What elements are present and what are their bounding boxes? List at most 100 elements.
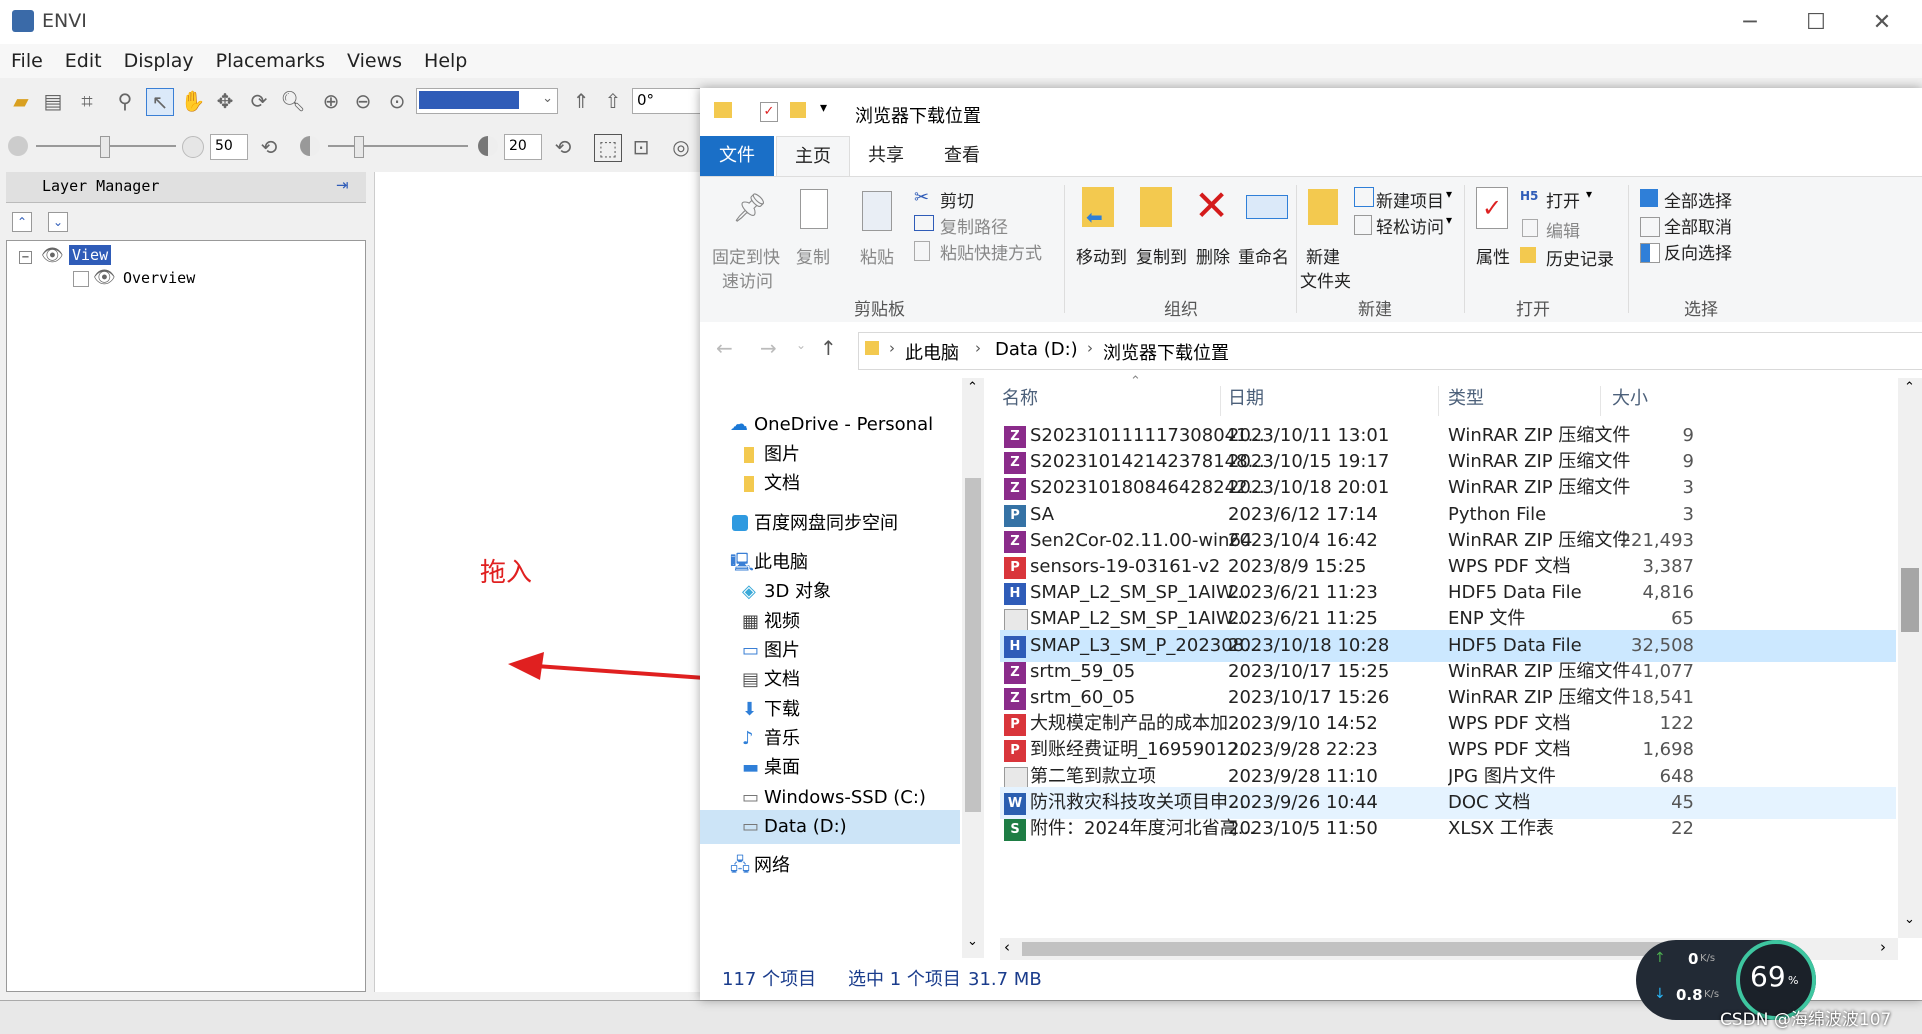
recent-dropdown-icon[interactable]: ⌄ (796, 338, 806, 352)
nav-scrollbar[interactable]: ⌃ ⌄ (962, 378, 984, 958)
center-view-icon[interactable]: ⊡ (628, 134, 654, 160)
overview-checkbox[interactable] (73, 271, 89, 287)
column-type[interactable]: 类型 (1448, 378, 1484, 420)
select-none-button[interactable]: 全部取消 (1664, 213, 1732, 238)
close-button[interactable]: ✕ (1854, 4, 1910, 42)
forward-arrow-icon[interactable]: → (760, 336, 777, 360)
new-folder-quick-icon[interactable] (790, 102, 806, 118)
open-button[interactable]: 打开 (1546, 187, 1580, 212)
tab-view[interactable]: 查看 (926, 136, 998, 176)
clipboard-icon[interactable]: ▤ (40, 88, 66, 114)
nav-item-documents[interactable]: ▤ 文档 (700, 663, 960, 697)
placemark-icon[interactable]: ⚲ (112, 88, 138, 114)
column-date[interactable]: 日期 (1228, 378, 1264, 420)
maximize-button[interactable]: ☐ (1788, 4, 1844, 42)
nav-item-onedrive[interactable]: ☁ OneDrive - Personal (700, 408, 960, 442)
breadcrumb-data-d[interactable]: Data (D:) (995, 339, 1078, 360)
rotation-input[interactable]: 0° (632, 88, 702, 114)
move-to-button[interactable]: 移动到 (1076, 243, 1127, 268)
brightness-input[interactable]: 50 (210, 134, 248, 160)
properties-button[interactable]: 属性 (1476, 243, 1510, 268)
nav-item-network[interactable]: 🖧 网络 (700, 849, 960, 883)
column-divider[interactable] (1438, 386, 1439, 416)
scroll-down-icon[interactable]: ⌄ (1904, 912, 1915, 927)
properties-quick-icon[interactable]: ✓ (760, 102, 778, 122)
envi-view-canvas[interactable] (374, 172, 705, 992)
easy-access-button[interactable]: 轻松访问 (1376, 213, 1444, 238)
scroll-right-icon[interactable]: › (1880, 938, 1886, 956)
menu-help[interactable]: Help (413, 44, 478, 78)
column-name[interactable]: 名称 (1002, 378, 1038, 420)
pin-quick-access-label-2[interactable]: 速访问 (722, 267, 773, 292)
tab-home[interactable]: 主页 (776, 136, 850, 177)
nav-item-3d[interactable]: ◈ 3D 对象 (700, 575, 960, 609)
menu-file[interactable]: File (0, 44, 54, 78)
scroll-down-icon[interactable]: ⌄ (967, 934, 978, 949)
invert-selection-button[interactable]: 反向选择 (1664, 239, 1732, 264)
minimize-button[interactable]: ─ (1722, 4, 1778, 42)
nav-scroll-thumb[interactable] (965, 478, 981, 812)
column-size[interactable]: 大小 (1612, 378, 1648, 420)
address-box[interactable]: › 此电脑 › Data (D:) › 浏览器下载位置 (858, 332, 1922, 370)
zoom-select[interactable]: Zoom To ⌄ (416, 88, 558, 114)
copy-path-button[interactable]: 复制路径 (940, 213, 1008, 238)
quick-access-dropdown-icon[interactable]: ▾ (820, 100, 827, 116)
nav-item-drive-d[interactable]: ▭ Data (D:) (700, 810, 960, 844)
rotate-icon[interactable]: ⟳ (246, 88, 272, 114)
pin-panel-icon[interactable]: ⇥ (336, 176, 349, 194)
tree-toggle-icon[interactable]: − (19, 251, 32, 264)
cut-button[interactable]: 剪切 (940, 187, 974, 212)
select-all-button[interactable]: 全部选择 (1664, 187, 1732, 212)
copy-to-button[interactable]: 复制到 (1136, 243, 1187, 268)
tree-item-overview[interactable]: Overview (123, 269, 195, 287)
column-divider[interactable] (1600, 386, 1601, 416)
open-file-icon[interactable]: ▰ (8, 88, 34, 114)
scroll-up-icon[interactable]: ⌃ (967, 380, 978, 395)
new-item-dropdown-icon[interactable]: ▾ (1446, 187, 1452, 201)
back-arrow-icon[interactable]: ← (716, 336, 733, 360)
file-list-vscrollbar[interactable]: ⌃ ⌄ (1898, 378, 1922, 938)
rotate-reset-icon[interactable]: ⇧ (600, 88, 626, 114)
zoom-out-icon[interactable]: ⊖ (350, 88, 376, 114)
zoom-icon[interactable]: 🔍︎ (280, 88, 306, 114)
new-folder-label-2[interactable]: 文件夹 (1300, 267, 1351, 292)
new-item-button[interactable]: 新建项目 (1376, 187, 1444, 212)
column-divider[interactable] (1220, 386, 1221, 416)
contrast-slider-handle[interactable] (354, 136, 364, 158)
fit-view-icon[interactable]: ⬚ (594, 134, 622, 162)
delete-button[interactable]: 删除 (1196, 243, 1230, 268)
reset-contrast-icon[interactable]: ⟲ (550, 134, 576, 160)
nav-item-baidu[interactable]: 百度网盘同步空间 (700, 507, 960, 541)
breadcrumb-this-pc[interactable]: 此电脑 (905, 339, 959, 365)
crop-icon[interactable]: ⌗ (74, 88, 100, 114)
open-dropdown-icon[interactable]: ▾ (1586, 187, 1592, 201)
menu-edit[interactable]: Edit (54, 44, 113, 78)
pan-hand-icon[interactable]: ✋ (180, 88, 206, 114)
zoom-full-icon[interactable]: ⊙ (384, 88, 410, 114)
reset-brightness-icon[interactable]: ⟲ (256, 134, 282, 160)
nav-item-documents-od[interactable]: 文档 (700, 467, 960, 501)
contrast-slider-track[interactable] (328, 145, 468, 147)
zoom-in-icon[interactable]: ⊕ (318, 88, 344, 114)
tree-item-view[interactable]: View (69, 245, 112, 265)
nav-item-desktop[interactable]: ▬ 桌面 (700, 751, 960, 785)
paste-button[interactable]: 粘贴 (860, 243, 894, 268)
contrast-input[interactable]: 20 (504, 134, 542, 160)
file-row[interactable]: S 附件：2024年度河北省高... 2023/10/5 11:50 XLSX 工作表… (1000, 813, 1896, 845)
paste-shortcut-button[interactable]: 粘贴快捷方式 (940, 239, 1042, 264)
history-button[interactable]: 历史记录 (1546, 245, 1614, 270)
edit-button[interactable]: 编辑 (1546, 217, 1580, 242)
extra-tool-icon[interactable]: ◎ (668, 134, 694, 160)
rename-button[interactable]: 重命名 (1238, 243, 1289, 268)
tab-file[interactable]: 文件 (700, 136, 774, 176)
menu-placemarks[interactable]: Placemarks (205, 44, 336, 78)
up-arrow-icon[interactable]: ↑ (820, 336, 837, 360)
breadcrumb-downloads[interactable]: 浏览器下载位置 (1103, 339, 1229, 365)
select-cursor-icon[interactable]: ↖ (146, 88, 174, 116)
tab-share[interactable]: 共享 (850, 136, 922, 176)
pin-quick-access-label-1[interactable]: 固定到快 (712, 243, 780, 268)
expand-all-icon[interactable]: ⌃ (12, 212, 32, 232)
rotate-up-icon[interactable]: ⇑ (568, 88, 594, 114)
file-vscroll-thumb[interactable] (1901, 568, 1919, 632)
collapse-all-icon[interactable]: ⌄ (48, 212, 68, 232)
